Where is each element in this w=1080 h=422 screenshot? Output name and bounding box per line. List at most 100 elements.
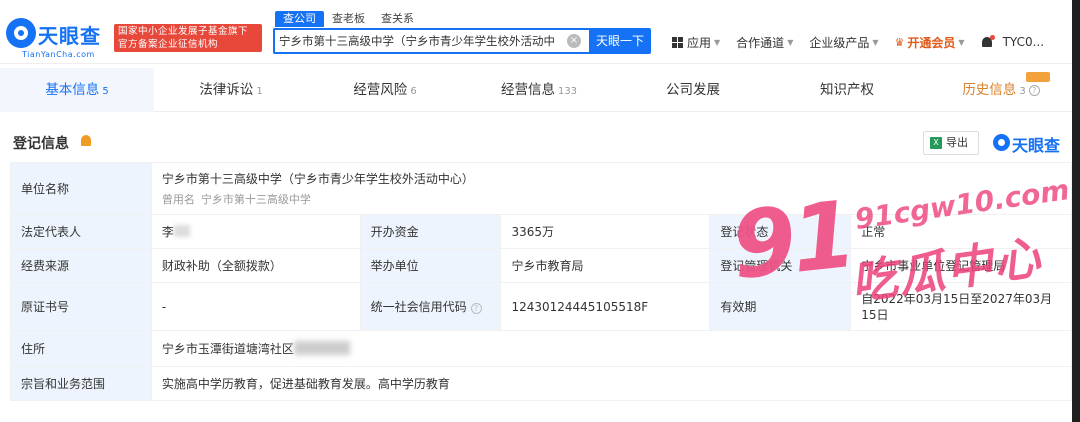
- brand-watermark: 天眼查: [993, 132, 1073, 155]
- former-name-tag: 曾用名: [161, 193, 195, 206]
- reg-status-value: 正常: [850, 214, 1072, 249]
- table-row: 宗旨和业务范围 实施高中学历教育，促进基础教育发展。高中学历教育: [10, 366, 1073, 401]
- nav-enterprise[interactable]: 企业级产品 ▼: [809, 34, 878, 51]
- clear-icon[interactable]: ×: [567, 34, 581, 48]
- gov-badge-line1: 国家中小企业发展子基金旗下: [118, 26, 249, 37]
- detail-tabs: 基本信息 5 法律诉讼 1 经营风险 6 经营信息 133 公司发展 知识产权 历史信息…: [0, 68, 1080, 112]
- logo-subtitle: TianYanCha.com: [22, 50, 95, 59]
- tab-legal[interactable]: 法律诉讼 1: [154, 68, 308, 112]
- sponsor-label: 举办单位: [359, 248, 502, 283]
- table-row: 经费来源 财政补助（全额拨款） 举办单位 宁乡市教育局 登记管理机关 宁乡市事业…: [10, 248, 1072, 283]
- table-row: 法定代表人 李 开办资金 3365万 登记状态 正常: [10, 214, 1072, 249]
- certificate-value: -: [150, 282, 361, 331]
- tab-count: 133: [557, 86, 578, 97]
- tab-count: 3: [1019, 86, 1026, 97]
- redacted-mask: [173, 225, 190, 237]
- validity-label: 有效期: [709, 282, 852, 331]
- unit-name-label: 单位名称: [10, 162, 152, 215]
- tab-label: 知识产权: [820, 82, 874, 98]
- nav-vip-label: 开通会员: [907, 35, 956, 50]
- scope-label: 宗旨和业务范围: [10, 366, 152, 401]
- legal-rep-value[interactable]: 李: [162, 225, 174, 239]
- logo-text: 天眼查: [38, 24, 101, 48]
- table-row: 原证书号 - 统一社会信用代码? 12430124445105518F 有效期 …: [10, 282, 1072, 331]
- redacted-mask: [293, 341, 350, 355]
- gov-badge-line2: 官方备案企业征信机构: [118, 39, 219, 50]
- search-tab-company[interactable]: 查公司: [275, 11, 324, 27]
- address-label: 住所: [10, 330, 152, 367]
- nav-vip[interactable]: ♛ 开通会员 ▼: [895, 34, 965, 51]
- search-button[interactable]: 天眼一下: [589, 28, 651, 54]
- bell-icon[interactable]: [81, 135, 91, 146]
- export-button[interactable]: X 导出: [923, 131, 979, 155]
- credit-code-label: 统一社会信用代码: [370, 300, 467, 314]
- table-row: 住所 宁乡市玉潭街道塘湾社区: [10, 330, 1073, 367]
- credit-code-value: 12430124445105518F: [500, 282, 711, 331]
- capital-label: 开办资金: [359, 214, 502, 249]
- search-tab-relation[interactable]: 查关系: [373, 11, 422, 27]
- nav-channel[interactable]: 合作通道 ▼: [736, 34, 793, 51]
- table-row: 单位名称 宁乡市第十三高级中学（宁乡市青少年学生校外活动中心） 曾用名 宁乡市第十…: [10, 162, 1073, 215]
- tab-label: 经营信息: [500, 82, 555, 98]
- scope-value: 实施高中学历教育，促进基础教育发展。高中学历教育: [150, 366, 1073, 401]
- tab-count: 5: [102, 86, 109, 97]
- tab-business[interactable]: 经营信息 133: [462, 68, 616, 112]
- tab-development[interactable]: 公司发展: [616, 68, 770, 112]
- bell-icon[interactable]: [981, 34, 995, 49]
- export-label: 导出: [946, 136, 968, 149]
- address-value: 宁乡市玉潭街道塘湾社区: [161, 342, 294, 356]
- search-input[interactable]: [275, 30, 555, 52]
- tab-label: 历史信息: [962, 82, 1017, 98]
- former-name: 曾用名 宁乡市第十三高级中学: [162, 191, 1061, 207]
- tab-label: 法律诉讼: [199, 82, 254, 98]
- tab-label: 公司发展: [666, 82, 720, 98]
- section-title: 登记信息: [13, 136, 69, 152]
- registration-table: 单位名称 宁乡市第十三高级中学（宁乡市青少年学生校外活动中心） 曾用名 宁乡市第十…: [10, 162, 1073, 401]
- excel-icon: X: [930, 137, 942, 149]
- funding-source-label: 经费来源: [10, 248, 152, 283]
- tab-basic-info[interactable]: 基本信息 5: [0, 68, 154, 112]
- nav-user-label: TYC0...: [1002, 35, 1045, 49]
- sponsor-value[interactable]: 宁乡市教育局: [500, 248, 711, 283]
- certificate-label: 原证书号: [10, 282, 152, 331]
- unit-name-cell: 宁乡市第十三高级中学（宁乡市青少年学生校外活动中心） 曾用名 宁乡市第十三高级中学: [150, 162, 1073, 215]
- chevron-down-icon: ▼: [872, 37, 879, 47]
- grid-icon: [672, 36, 683, 48]
- address-cell: 宁乡市玉潭街道塘湾社区: [150, 330, 1073, 367]
- brand-text: 天眼查: [1012, 136, 1061, 155]
- tab-count: 1: [256, 86, 263, 97]
- funding-source-value: 财政补助（全额拨款）: [150, 248, 361, 283]
- capital-value: 3365万: [500, 214, 711, 249]
- new-flag-icon: [1026, 72, 1050, 82]
- nav-apps-label: 应用: [687, 35, 712, 50]
- search-tab-boss[interactable]: 查老板: [324, 11, 373, 27]
- tab-risk[interactable]: 经营风险 6: [308, 68, 462, 112]
- page: 天眼查 TianYanCha.com 国家中小企业发展子基金旗下 官方备案企业征…: [0, 0, 1080, 422]
- nav-user[interactable]: TYC0...: [981, 34, 1045, 49]
- unit-name-value[interactable]: 宁乡市第十三高级中学（宁乡市青少年学生校外活动中心）: [162, 170, 1061, 187]
- tab-label: 经营风险: [353, 82, 408, 98]
- site-logo[interactable]: 天眼查 TianYanCha.com: [6, 18, 110, 62]
- search-box: ×: [273, 28, 589, 54]
- nav-apps[interactable]: 应用 ▼: [672, 34, 720, 51]
- top-nav: 应用 ▼ 合作通道 ▼ 企业级产品 ▼ ♛ 开通会员 ▼ TYC0...: [672, 33, 1060, 51]
- chevron-down-icon: ▼: [787, 37, 794, 47]
- help-icon[interactable]: ?: [1028, 85, 1040, 96]
- tab-ip[interactable]: 知识产权: [770, 68, 924, 112]
- legal-rep-cell: 李: [150, 214, 361, 249]
- reg-authority-value: 宁乡市事业单位登记管理局: [850, 248, 1072, 283]
- legal-rep-label: 法定代表人: [10, 214, 152, 249]
- gov-badge[interactable]: 国家中小企业发展子基金旗下 官方备案企业征信机构: [114, 24, 262, 52]
- former-name-value: 宁乡市第十三高级中学: [200, 193, 311, 206]
- info-icon[interactable]: ?: [470, 303, 482, 314]
- tab-history[interactable]: 历史信息 3?: [924, 68, 1078, 112]
- eye-logo-icon: [6, 18, 36, 48]
- validity-value: 自2022年03月15日至2027年03月15日: [850, 282, 1072, 331]
- chevron-down-icon: ▼: [714, 37, 721, 47]
- screen-edge: [1072, 0, 1080, 422]
- reg-authority-label: 登记管理机关: [709, 248, 852, 283]
- eye-logo-icon: [993, 134, 1010, 151]
- top-header: 天眼查 TianYanCha.com 国家中小企业发展子基金旗下 官方备案企业征…: [0, 0, 1080, 64]
- search-type-tabs: 查公司 查老板 查关系: [275, 11, 422, 27]
- nav-enterprise-label: 企业级产品: [809, 35, 870, 50]
